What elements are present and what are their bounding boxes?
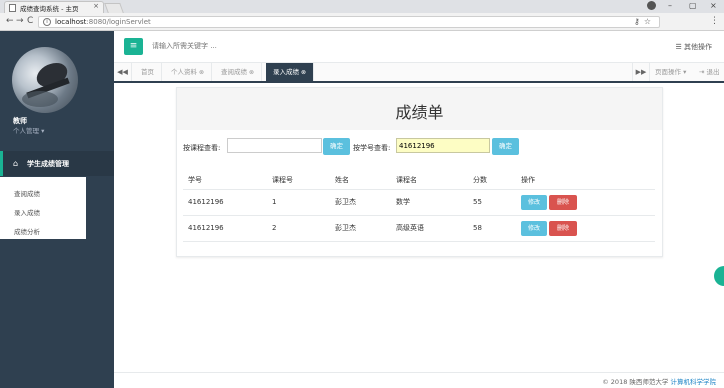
forward-icon[interactable]: → <box>16 16 24 26</box>
table-row: 41612196 2 彭卫杰 高级英语 58 修改 删除 <box>183 215 655 242</box>
tab-enter-grades[interactable]: 录入成绩 ⊗ <box>266 63 315 81</box>
url-text: localhost:8080/loginServlet <box>55 18 151 26</box>
delete-button[interactable]: 删除 <box>549 220 577 236</box>
profile-icon[interactable] <box>647 1 656 10</box>
page-title: 成绩单 <box>395 103 444 122</box>
tab-home[interactable]: 首页 <box>134 63 162 81</box>
key-star-icons[interactable]: ⚷☆ <box>634 17 655 26</box>
cell-course-id: 2 <box>267 215 330 242</box>
tab-close-icon[interactable]: ⊗ <box>249 69 254 76</box>
col-actions: 操作 <box>516 171 655 190</box>
tabs-next-icon[interactable]: ▶▶ <box>632 63 650 81</box>
col-course-id: 课程号 <box>267 171 330 190</box>
search-input[interactable] <box>152 42 352 50</box>
tabs-prev-icon[interactable]: ◀◀ <box>114 63 132 81</box>
submenu-item-enter-grades[interactable]: 录入成绩 <box>14 207 40 217</box>
url-host: localhost <box>55 18 87 26</box>
cell-course-name: 数学 <box>391 189 468 216</box>
avatar-image <box>22 62 70 107</box>
tab-label: 个人资料 <box>171 68 197 76</box>
url-path: :8080/loginServlet <box>86 18 151 26</box>
new-tab-button[interactable] <box>104 3 124 13</box>
page-icon <box>9 4 16 12</box>
student-filter-input[interactable] <box>396 138 490 153</box>
footer: © 2018 陕西师范大学 计算机科学学院 <box>114 372 724 388</box>
top-bar: ≡ ☰ 其他操作 <box>114 31 724 63</box>
maximize-icon[interactable]: ▢ <box>689 1 697 10</box>
table-row: 41612196 1 彭卫杰 数学 55 修改 删除 <box>183 189 655 216</box>
tab-label: 查阅成绩 <box>221 68 247 76</box>
cell-name: 彭卫杰 <box>330 189 391 216</box>
browser-menu-icon[interactable]: ⋮ <box>710 16 719 26</box>
browser-tab[interactable]: 成绩查询系统 - 主页 × <box>4 1 104 13</box>
cell-score: 55 <box>468 189 516 216</box>
grade-card: 成绩单 按课程查看: 确定 按学号查看: 确定 学号 课程号 姓名 课程名 分数… <box>176 87 663 257</box>
cell-course-id: 1 <box>267 189 330 216</box>
menu-toggle-button[interactable]: ≡ <box>124 38 143 55</box>
tab-label: 首页 <box>141 68 154 76</box>
submenu-item-grade-analysis[interactable]: 成绩分析 <box>14 226 40 236</box>
cell-score: 58 <box>468 215 516 242</box>
cell-student-id: 41612196 <box>183 189 267 216</box>
tab-label: 录入成绩 <box>273 68 299 76</box>
col-name: 姓名 <box>330 171 391 190</box>
home-icon: ⌂ <box>13 159 19 168</box>
course-confirm-button[interactable]: 确定 <box>323 138 350 155</box>
page-tabs-bar: ◀◀ 首页 个人资料 ⊗ 查阅成绩 ⊗ 录入成绩 ⊗ ▶▶ 页面操作 ▾ ⇥ 退出 <box>114 63 724 83</box>
col-score: 分数 <box>468 171 516 190</box>
cell-student-id: 41612196 <box>183 215 267 242</box>
main-content: 成绩单 按课程查看: 确定 按学号查看: 确定 学号 课程号 姓名 课程名 分数… <box>114 83 724 388</box>
course-filter-label: 按课程查看: <box>183 144 221 152</box>
edit-button[interactable]: 修改 <box>521 220 547 236</box>
student-confirm-button[interactable]: 确定 <box>492 138 519 155</box>
sidebar-submenu: 查阅成绩 录入成绩 成绩分析 <box>0 177 86 239</box>
cell-name: 彭卫杰 <box>330 215 391 242</box>
submenu-item-view-grades[interactable]: 查阅成绩 <box>14 188 40 198</box>
avatar[interactable] <box>12 47 78 113</box>
address-bar: ← → C i localhost:8080/loginServlet ⚷☆ ⋮ <box>0 13 724 31</box>
window-close-icon[interactable]: × <box>710 1 717 10</box>
tab-close-icon[interactable]: ⊗ <box>301 69 306 76</box>
sidebar-item-label: 学生成绩管理 <box>27 160 69 168</box>
minimize-icon[interactable]: – <box>668 1 672 10</box>
copyright-text: © 2018 陕西师范大学 <box>602 378 669 386</box>
browser-tabstrip: 成绩查询系统 - 主页 × – ▢ × <box>0 0 724 13</box>
course-filter-input[interactable] <box>227 138 322 153</box>
col-student-id: 学号 <box>183 171 267 190</box>
col-course-name: 课程名 <box>391 171 468 190</box>
cell-actions: 修改 删除 <box>516 189 655 216</box>
page-operations-dropdown[interactable]: 页面操作 ▾ <box>655 63 686 81</box>
delete-button[interactable]: 删除 <box>549 194 577 210</box>
grades-table: 学号 课程号 姓名 课程名 分数 操作 41612196 1 彭卫杰 数学 55… <box>183 171 655 242</box>
more-operations-button[interactable]: ☰ 其他操作 <box>675 42 712 52</box>
student-filter-label: 按学号查看: <box>353 144 391 152</box>
logout-button[interactable]: ⇥ 退出 <box>699 63 720 81</box>
close-icon[interactable]: × <box>93 2 99 10</box>
cell-actions: 修改 删除 <box>516 215 655 242</box>
edit-button[interactable]: 修改 <box>521 194 547 210</box>
back-icon[interactable]: ← <box>6 16 14 26</box>
table-header-row: 学号 课程号 姓名 课程名 分数 操作 <box>183 171 655 190</box>
user-menu[interactable]: 个人管理 ▾ <box>13 125 44 135</box>
url-field[interactable]: i localhost:8080/loginServlet ⚷☆ <box>38 16 660 28</box>
card-header: 成绩单 <box>177 88 662 130</box>
browser-tab-title: 成绩查询系统 - 主页 <box>20 5 79 13</box>
tab-profile[interactable]: 个人资料 ⊗ <box>164 63 213 81</box>
footer-text: © 2018 陕西师范大学 计算机科学学院 <box>602 376 716 386</box>
cell-course-name: 高级英语 <box>391 215 468 242</box>
tab-view-grades[interactable]: 查阅成绩 ⊗ <box>214 63 263 81</box>
college-link[interactable]: 计算机科学学院 <box>671 378 717 386</box>
tab-close-icon[interactable]: ⊗ <box>199 69 204 76</box>
sidebar: 教师 个人管理 ▾ ⌂ 学生成绩管理 查阅成绩 录入成绩 成绩分析 <box>0 31 114 388</box>
reload-icon[interactable]: C <box>27 16 33 26</box>
info-icon[interactable]: i <box>43 18 51 26</box>
sidebar-item-student-grades[interactable]: ⌂ 学生成绩管理 <box>0 151 114 176</box>
